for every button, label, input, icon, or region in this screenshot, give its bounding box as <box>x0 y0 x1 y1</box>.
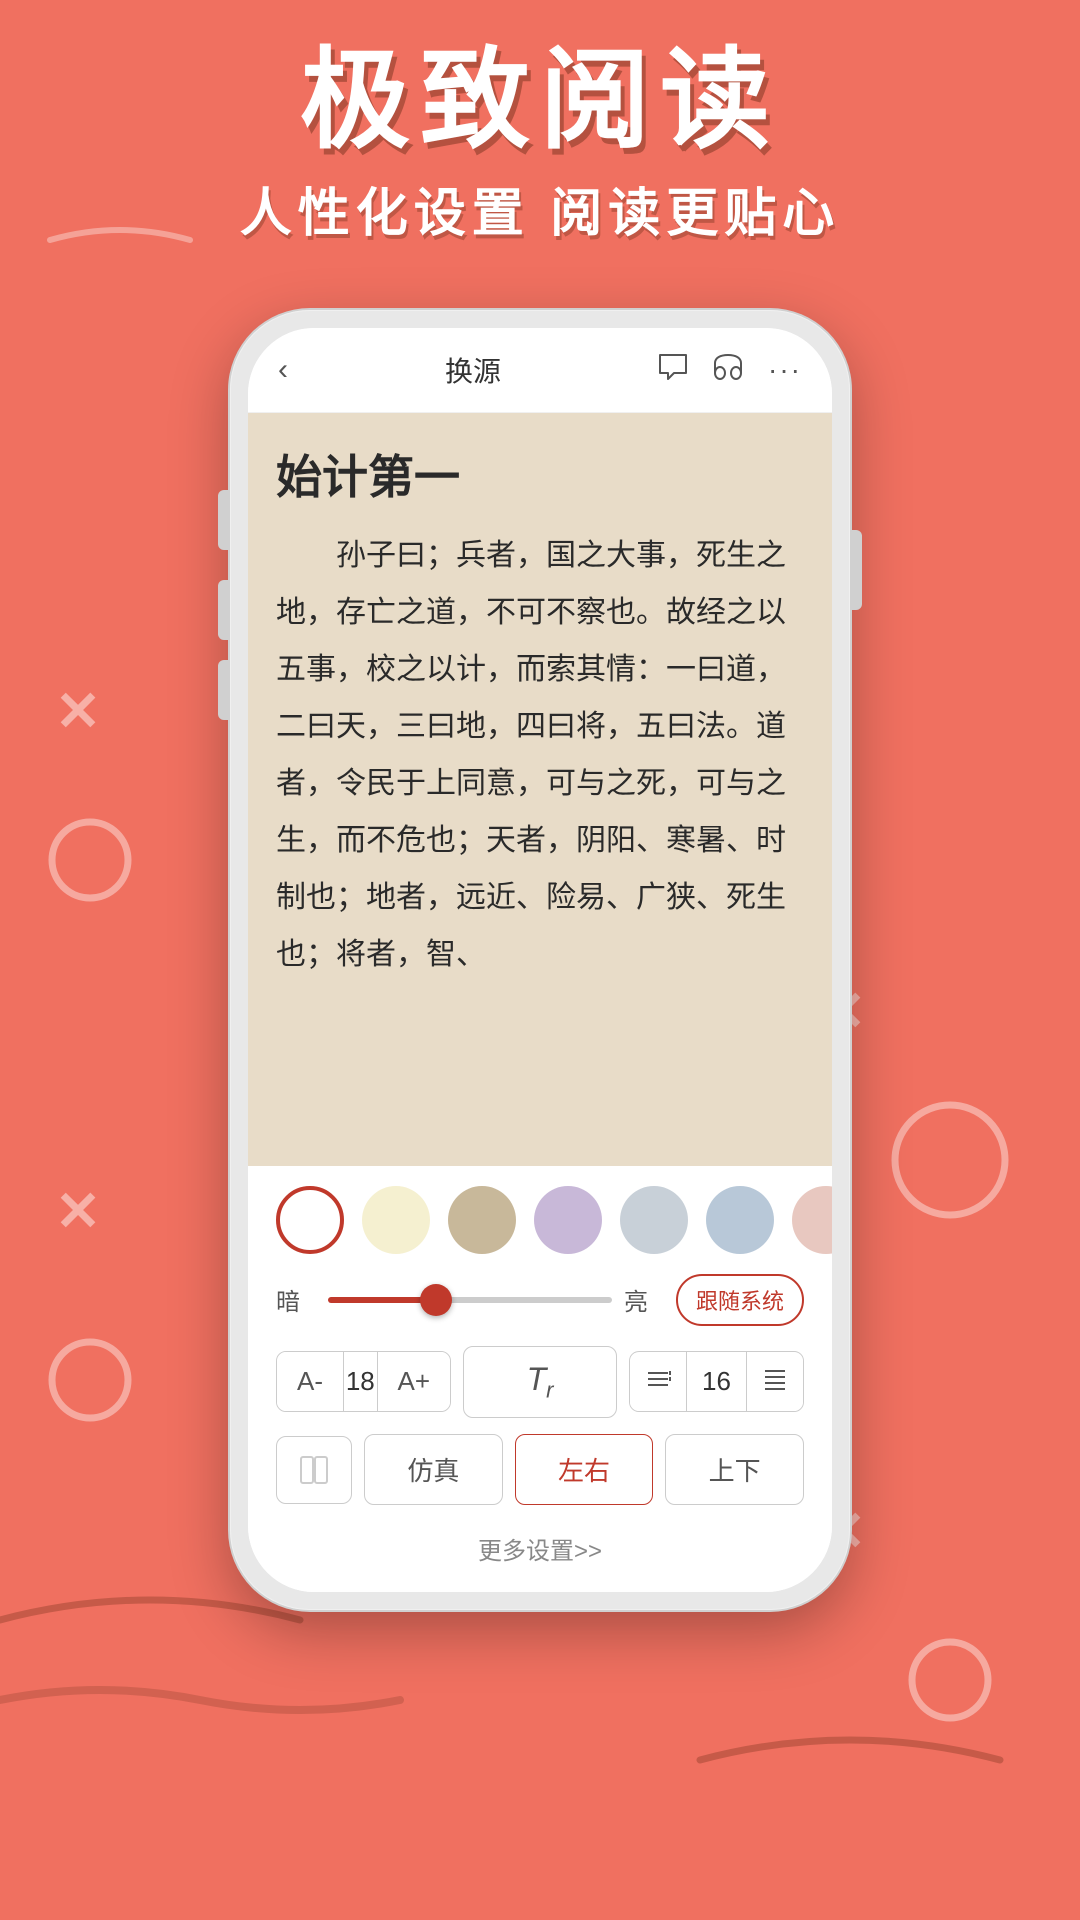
reading-content: 孙子曰；兵者，国之大事，死生之地，存亡之道，不可不察也。故经之以五事，校之以计，… <box>276 527 804 983</box>
phone-outer: ‹ 换源 <box>230 310 850 1610</box>
font-style-label: Tr <box>527 1361 554 1403</box>
brightness-light-label: 亮 <box>624 1282 664 1317</box>
top-bar: ‹ 换源 <box>248 328 832 413</box>
color-swatch-lightblue[interactable] <box>620 1186 688 1254</box>
chapter-title: 始计第一 <box>276 441 804 507</box>
page-mode-horizontal-button[interactable]: 左右 <box>515 1434 654 1505</box>
color-swatch-cream[interactable] <box>362 1186 430 1254</box>
color-swatch-row <box>276 1186 804 1254</box>
line-increase-button[interactable] <box>747 1353 803 1411</box>
reading-area: 始计第一 孙子曰；兵者，国之大事，死生之地，存亡之道，不可不察也。故经之以五事，… <box>248 413 832 1166</box>
settings-panel: 暗 亮 跟随系统 A- 18 A+ <box>248 1166 832 1592</box>
font-row: A- 18 A+ Tr <box>276 1346 804 1418</box>
color-swatch-lavender[interactable] <box>534 1186 602 1254</box>
font-size-control: A- 18 A+ <box>276 1351 451 1412</box>
font-size-value: 18 <box>343 1352 378 1411</box>
color-swatch-pink[interactable] <box>792 1186 832 1254</box>
font-increase-button[interactable]: A+ <box>378 1352 451 1411</box>
slider-thumb[interactable] <box>420 1284 452 1316</box>
brightness-slider[interactable] <box>328 1297 612 1303</box>
line-spacing-control: 16 <box>629 1351 804 1412</box>
top-bar-icons: ··· <box>658 353 802 388</box>
page-scroll-icon[interactable] <box>276 1436 352 1504</box>
color-swatch-tan[interactable] <box>448 1186 516 1254</box>
font-style-button[interactable]: Tr <box>463 1346 617 1418</box>
page-mode-vertical-button[interactable]: 上下 <box>665 1434 804 1505</box>
svg-text:✕: ✕ <box>55 680 101 742</box>
line-decrease-button[interactable] <box>630 1353 686 1411</box>
more-icon[interactable]: ··· <box>768 354 802 386</box>
more-settings-link[interactable]: 更多设置>> <box>276 1521 804 1572</box>
brightness-dark-label: 暗 <box>276 1282 316 1317</box>
comment-icon[interactable] <box>658 353 688 388</box>
page-mode-row: 仿真 左右 上下 <box>276 1434 804 1505</box>
line-size-value: 16 <box>686 1352 747 1411</box>
phone-screen: ‹ 换源 <box>248 328 832 1592</box>
font-decrease-button[interactable]: A- <box>277 1352 343 1411</box>
main-title: 极致阅读 <box>0 40 1080 161</box>
phone-mockup: ‹ 换源 <box>230 310 850 1610</box>
back-button[interactable]: ‹ <box>278 353 288 387</box>
sub-title: 人性化设置 阅读更贴心 <box>0 171 1080 246</box>
app-screen: ‹ 换源 <box>248 328 832 1592</box>
svg-text:✕: ✕ <box>55 1180 101 1242</box>
color-swatch-white[interactable] <box>276 1186 344 1254</box>
brightness-row: 暗 亮 跟随系统 <box>276 1274 804 1326</box>
follow-system-button[interactable]: 跟随系统 <box>676 1274 804 1326</box>
title-area: 极致阅读 人性化设置 阅读更贴心 <box>0 40 1080 246</box>
screen-title: 换源 <box>445 350 501 390</box>
page-mode-simulated-button[interactable]: 仿真 <box>364 1434 503 1505</box>
audio-icon[interactable] <box>712 353 744 388</box>
color-swatch-blue[interactable] <box>706 1186 774 1254</box>
